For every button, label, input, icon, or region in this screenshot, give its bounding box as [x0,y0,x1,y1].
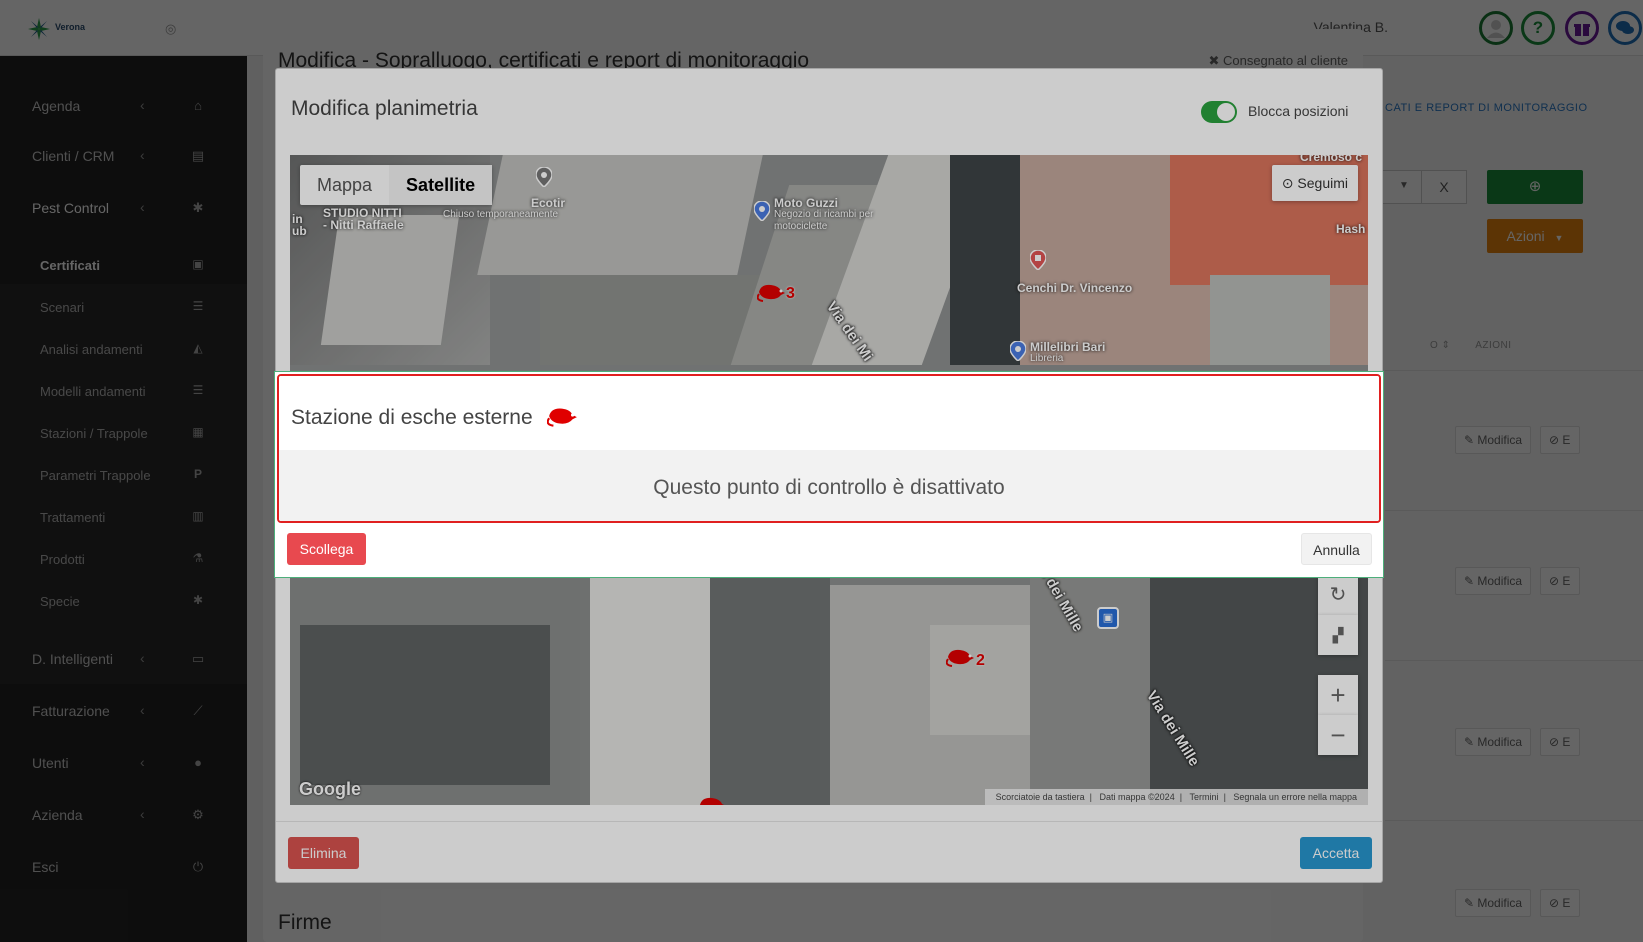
station-header: Stazione di esche esterne [279,376,1379,450]
station-details: Stazione di esche esterne Questo punto d… [277,374,1381,523]
unlink-button[interactable]: Scollega [287,533,366,565]
cancel-button[interactable]: Annulla [1301,533,1372,565]
rodent-icon [547,408,577,427]
station-disabled-message: Questo punto di controllo è disattivato [653,476,1005,499]
station-title: Stazione di esche esterne [291,406,533,429]
station-body: Questo punto di controllo è disattivato [279,450,1379,521]
bait-station-dialog: Stazione di esche esterne Questo punto d… [274,371,1384,578]
